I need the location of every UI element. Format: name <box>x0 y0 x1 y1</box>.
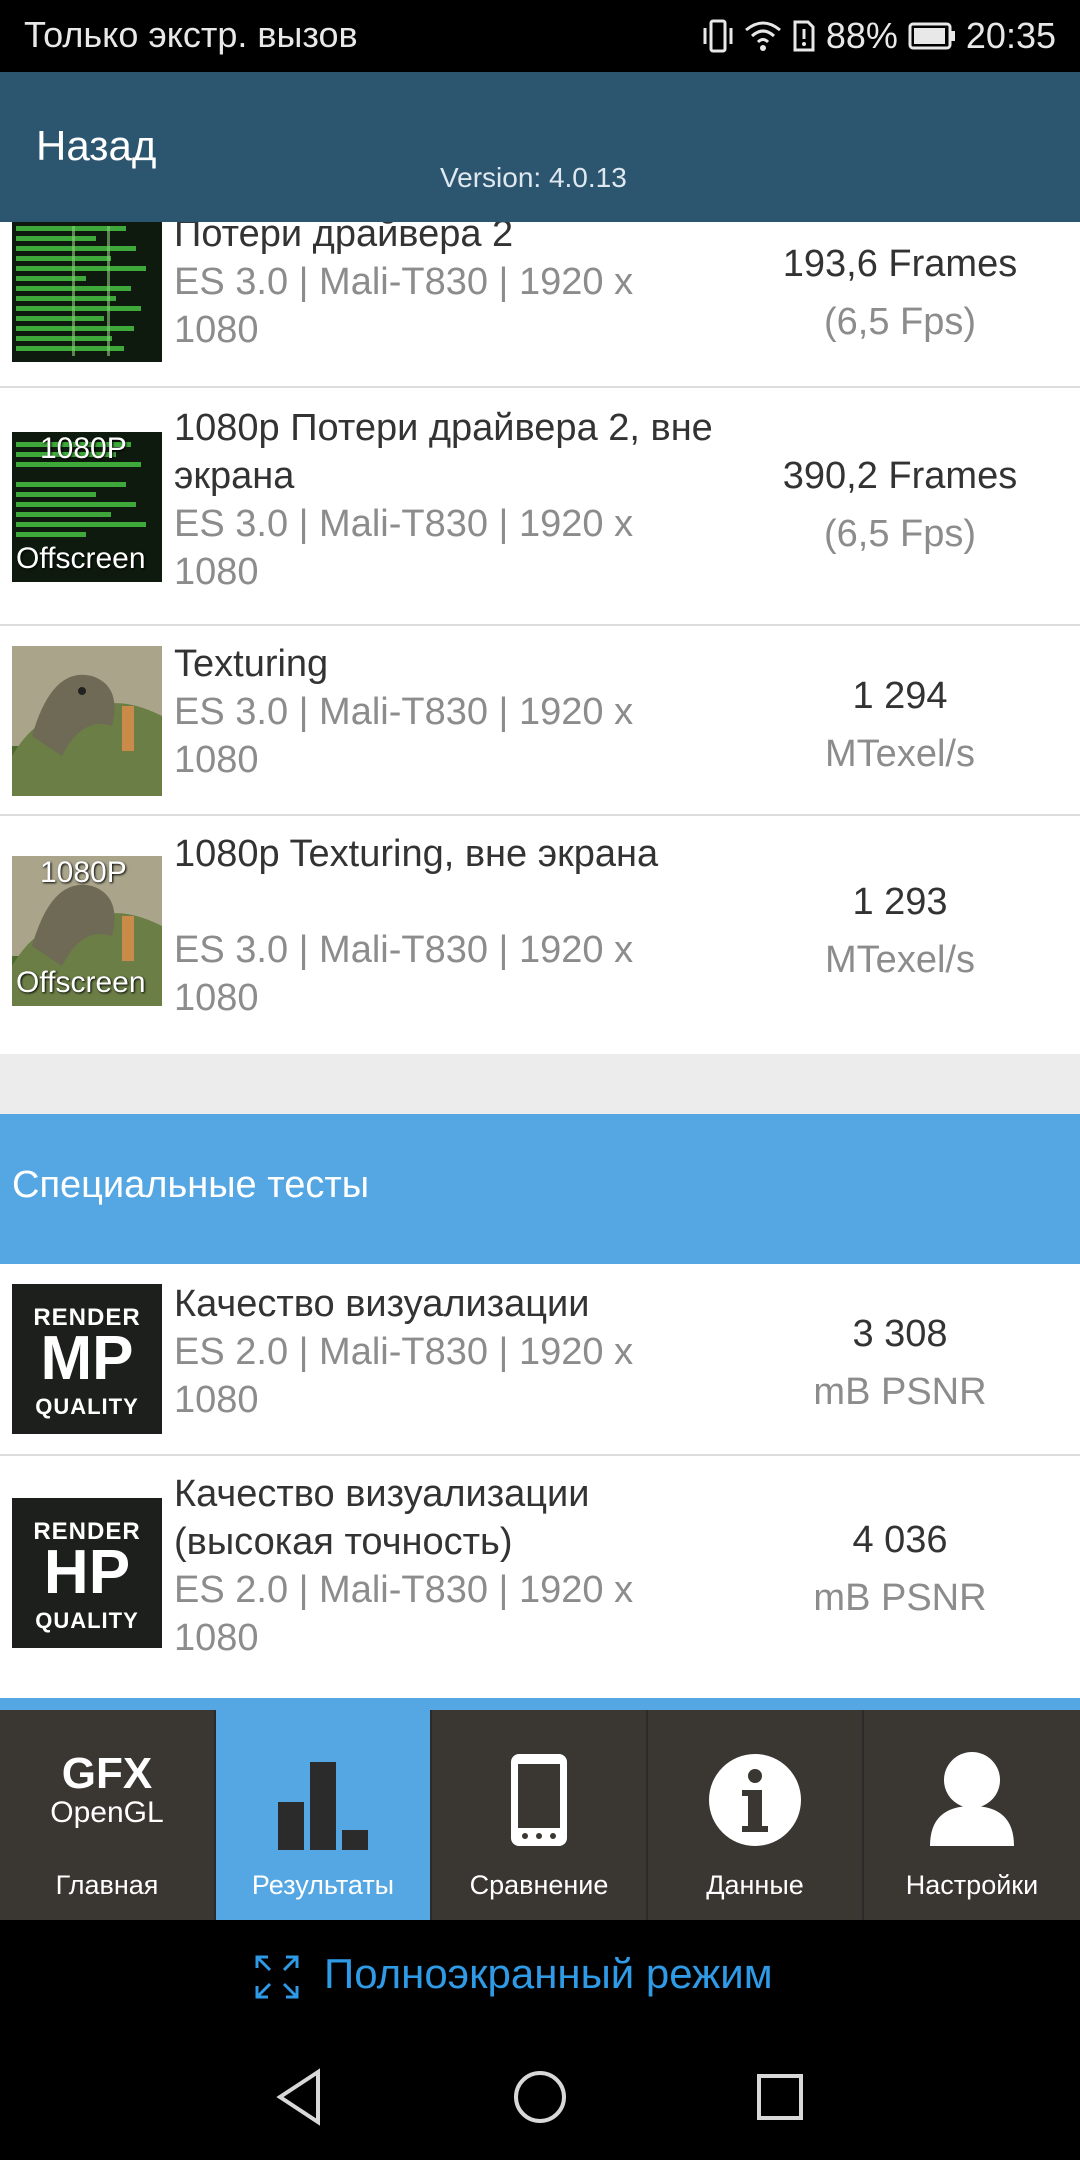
section-spacer <box>0 1054 1080 1114</box>
badge-mid-text: MP <box>40 1324 134 1393</box>
nav-results[interactable]: Результаты <box>216 1710 430 1920</box>
test-unit: MTexel/s <box>825 939 975 981</box>
thumb-resolution-label: 1080P <box>40 856 127 889</box>
gfx-logo-top: GFX <box>61 1749 153 1798</box>
nav-top-strip <box>0 1698 1080 1710</box>
test-unit: mB PSNR <box>813 1371 987 1413</box>
gfx-logo-icon: GFX OpenGL <box>0 1750 214 1850</box>
info-icon <box>709 1754 801 1846</box>
test-unit: mB PSNR <box>813 1577 987 1619</box>
test-config: ES 3.0 | Mali-T830 | 1920 x 1080 <box>174 691 634 781</box>
nav-compare[interactable]: Сравнение <box>432 1710 646 1920</box>
test-score: 4 036 <box>852 1519 948 1561</box>
nav-label: Главная <box>55 1870 159 1900</box>
app-header: Назад Version: 4.0.13 <box>0 72 1080 222</box>
test-unit: (6,5 Fps) <box>823 301 977 343</box>
vibrate-icon <box>703 19 733 53</box>
fullscreen-icon <box>255 1955 299 1999</box>
status-bar: Только экстр. вызов 88% 20:35 <box>0 0 1080 72</box>
bar-chart-icon <box>278 1762 368 1850</box>
test-config: ES 3.0 | Mali-T830 | 1920 x 1080 <box>174 503 634 593</box>
test-score: 1 294 <box>852 675 948 717</box>
recents-square-icon[interactable] <box>745 2062 815 2132</box>
test-title: Texturing <box>174 643 329 685</box>
test-unit: MTexel/s <box>825 733 975 775</box>
nav-info[interactable]: Данные <box>648 1710 862 1920</box>
thumb-offscreen-label: Offscreen <box>16 966 146 999</box>
gfx-logo-bottom: OpenGL <box>50 1796 164 1829</box>
test-score: 3 308 <box>852 1313 948 1355</box>
nav-label: Настройки <box>905 1870 1039 1900</box>
home-circle-icon[interactable] <box>505 2062 575 2132</box>
nav-label: Результаты <box>251 1870 395 1900</box>
phone-icon <box>511 1754 567 1846</box>
test-title: 1080p Texturing, вне экрана <box>174 833 659 875</box>
texturing-offscreen-thumbnail: 1080P Offscreen <box>12 856 162 1006</box>
nav-settings[interactable]: Настройки <box>864 1710 1080 1920</box>
battery-icon <box>908 22 955 50</box>
render-mp-quality-badge: RENDER MP QUALITY <box>12 1284 162 1434</box>
test-title: Качество визуализации <box>174 1283 590 1325</box>
result-row[interactable]: 1080P Offscreen 1080p Потери драйвера 2,… <box>0 388 1080 626</box>
badge-bottom-text: QUALITY <box>35 1394 139 1419</box>
test-unit: (6,5 Fps) <box>823 513 977 555</box>
battery-percent: 88% <box>825 15 898 56</box>
test-score: 390,2 Frames <box>782 455 1018 497</box>
result-row[interactable]: 1080P Offscreen 1080p Texturing, вне экр… <box>0 816 1080 1054</box>
fullscreen-label: Полноэкранный режим <box>324 1950 773 1997</box>
nav-label: Сравнение <box>469 1870 609 1900</box>
results-list[interactable]: Потери драйвера 2 ES 3.0 | Mali-T830 | 1… <box>0 222 1080 1698</box>
nav-label: Данные <box>706 1870 804 1900</box>
carrier-text: Только экстр. вызов <box>24 14 358 55</box>
section-title: Специальные тесты <box>12 1164 370 1206</box>
section-header: Специальные тесты <box>0 1114 1080 1264</box>
test-title: 1080p Потери драйвера 2, вне экрана <box>174 407 713 497</box>
test-config: ES 2.0 | Mali-T830 | 1920 x 1080 <box>174 1331 634 1421</box>
badge-bottom-text: QUALITY <box>35 1608 139 1633</box>
texturing-thumbnail <box>12 646 162 796</box>
back-button[interactable]: Назад <box>36 122 156 170</box>
test-title: Качество визуализации (высокая точность) <box>174 1473 590 1563</box>
sim-alert-icon <box>793 20 815 52</box>
test-score: 1 293 <box>852 881 948 923</box>
status-icons: 88% 20:35 <box>702 14 1056 58</box>
wifi-icon <box>744 21 781 51</box>
result-row[interactable]: Потери драйвера 2 ES 3.0 | Mali-T830 | 1… <box>0 222 1080 388</box>
clock: 20:35 <box>965 15 1056 56</box>
badge-mid-text: HP <box>43 1538 131 1607</box>
driver-overhead-thumbnail <box>12 222 162 362</box>
test-config: ES 2.0 | Mali-T830 | 1920 x 1080 <box>174 1569 634 1659</box>
bottom-nav: GFX OpenGL Главная Результаты Сравнение … <box>0 1710 1080 1920</box>
user-icon <box>930 1752 1014 1846</box>
driver-overhead-offscreen-thumbnail: 1080P Offscreen <box>12 432 162 582</box>
result-row[interactable]: RENDER MP QUALITY Качество визуализации … <box>0 1264 1080 1456</box>
system-nav-bar <box>0 2032 1080 2160</box>
back-triangle-icon[interactable] <box>266 2062 336 2132</box>
result-row[interactable]: RENDER HP QUALITY Качество визуализации … <box>0 1456 1080 1698</box>
thumb-offscreen-label: Offscreen <box>16 542 146 575</box>
test-title: Потери драйвера 2 <box>174 222 514 255</box>
render-hp-quality-badge: RENDER HP QUALITY <box>12 1498 162 1648</box>
test-config: ES 3.0 | Mali-T830 | 1920 x 1080 <box>174 261 634 351</box>
test-config: ES 3.0 | Mali-T830 | 1920 x 1080 <box>174 929 634 1019</box>
result-row[interactable]: Texturing ES 3.0 | Mali-T830 | 1920 x 10… <box>0 626 1080 816</box>
thumb-resolution-label: 1080P <box>40 432 127 465</box>
version-label: Version: 4.0.13 <box>440 162 627 193</box>
test-score: 193,6 Frames <box>782 243 1018 285</box>
nav-home[interactable]: GFX OpenGL Главная <box>0 1710 214 1920</box>
fullscreen-toggle[interactable]: Полноэкранный режим <box>0 1920 1080 2032</box>
